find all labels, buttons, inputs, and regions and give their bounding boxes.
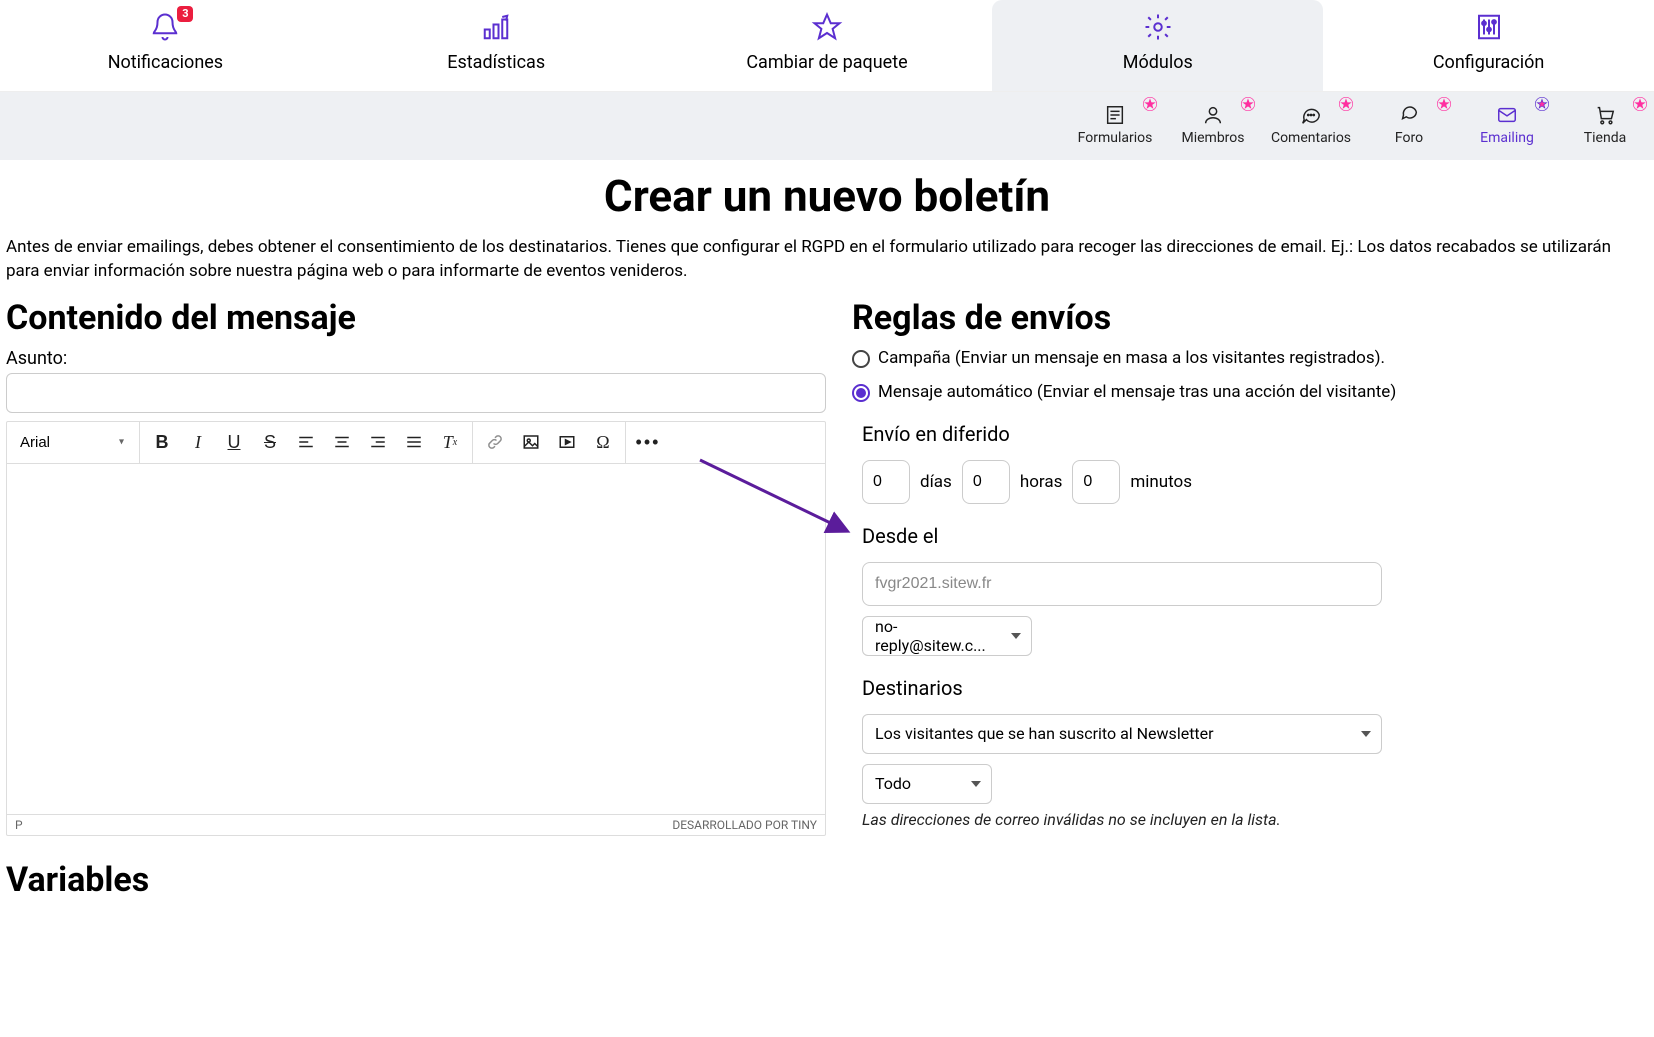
toolbar-divider (625, 422, 626, 463)
delay-hours-input[interactable] (962, 460, 1010, 504)
editor-toolbar: Arial ▾ B I U S Tx (7, 422, 825, 464)
chevron-down-icon: ▾ (119, 437, 124, 448)
premium-star-icon (1338, 96, 1354, 112)
cart-icon (1594, 104, 1616, 126)
subtab-forms[interactable]: Formularios (1066, 98, 1164, 150)
subtab-label: Formularios (1078, 130, 1153, 146)
select-value: Los visitantes que se han suscrito al Ne… (875, 724, 1214, 743)
chevron-down-icon (971, 781, 981, 787)
chevron-down-icon (1011, 633, 1021, 639)
tab-label: Notificaciones (0, 52, 331, 73)
link-button[interactable] (477, 424, 513, 460)
more-button[interactable]: ••• (630, 424, 666, 460)
tab-label: Configuración (1323, 52, 1654, 73)
module-sub-navigation: Formularios Miembros Comentarios Foro Em… (0, 92, 1654, 160)
recipients-heading: Destinarios (862, 676, 1648, 700)
from-heading: Desde el (862, 524, 1648, 548)
user-icon (1202, 104, 1224, 126)
gear-icon (1140, 12, 1176, 42)
premium-star-icon (1240, 96, 1256, 112)
premium-star-icon (1436, 96, 1452, 112)
from-email-select[interactable]: no-reply@sitew.c... (862, 616, 1032, 656)
hours-label: horas (1020, 472, 1063, 492)
radio-label: Campaña (Enviar un mensaje en masa a los… (878, 348, 1385, 368)
font-name: Arial (20, 434, 50, 451)
subject-label: Asunto: (6, 348, 826, 369)
variables-heading: Variables (6, 860, 826, 900)
special-char-button[interactable]: Ω (585, 424, 621, 460)
tab-modules[interactable]: Módulos (992, 0, 1323, 91)
minutes-label: minutos (1130, 472, 1192, 492)
bold-button[interactable]: B (144, 424, 180, 460)
subtab-label: Foro (1395, 130, 1423, 146)
delay-days-input[interactable] (862, 460, 910, 504)
strikethrough-button[interactable]: S (252, 424, 288, 460)
subtab-emailing[interactable]: Emailing (1458, 98, 1556, 150)
premium-star-icon (1142, 96, 1158, 112)
recipients-filter-select[interactable]: Todo (862, 764, 992, 804)
align-left-button[interactable] (288, 424, 324, 460)
editor-powered-by[interactable]: DESARROLLADO POR TINY (672, 818, 817, 832)
rich-text-editor: Arial ▾ B I U S Tx (6, 421, 826, 836)
radio-icon (852, 384, 870, 402)
premium-star-icon (1632, 96, 1648, 112)
rules-section-heading: Reglas de envíos (852, 298, 1648, 338)
premium-star-icon (1534, 96, 1550, 112)
days-label: días (920, 472, 952, 492)
toolbar-divider (139, 422, 140, 463)
chat-icon (1398, 104, 1420, 126)
star-icon (809, 12, 845, 42)
subtab-comments[interactable]: Comentarios (1262, 98, 1360, 150)
radio-automatic-message[interactable]: Mensaje automático (Enviar el mensaje tr… (852, 382, 1648, 402)
delay-minutes-input[interactable] (1072, 460, 1120, 504)
subtab-label: Emailing (1480, 130, 1534, 146)
select-value: no-reply@sitew.c... (875, 617, 999, 655)
main-navigation: 3 Notificaciones Estadísticas Cambiar de… (0, 0, 1654, 92)
image-button[interactable] (513, 424, 549, 460)
content-section-heading: Contenido del mensaje (6, 298, 826, 338)
sliders-icon (1471, 12, 1507, 42)
tab-label: Módulos (992, 52, 1323, 73)
tab-settings[interactable]: Configuración (1323, 0, 1654, 91)
subtab-members[interactable]: Miembros (1164, 98, 1262, 150)
subtab-label: Tienda (1584, 130, 1626, 146)
tab-label: Cambiar de paquete (662, 52, 993, 73)
bar-chart-icon (478, 12, 514, 42)
font-family-select[interactable]: Arial ▾ (11, 426, 131, 458)
select-value: Todo (875, 774, 911, 793)
radio-campaign[interactable]: Campaña (Enviar un mensaje en masa a los… (852, 348, 1648, 368)
editor-path: P (15, 818, 23, 832)
subtab-forum[interactable]: Foro (1360, 98, 1458, 150)
comment-icon (1300, 104, 1322, 126)
from-domain-input[interactable] (862, 562, 1382, 606)
subtab-shop[interactable]: Tienda (1556, 98, 1654, 150)
align-justify-button[interactable] (396, 424, 432, 460)
editor-content-area[interactable] (7, 464, 825, 814)
video-button[interactable] (549, 424, 585, 460)
underline-button[interactable]: U (216, 424, 252, 460)
align-right-button[interactable] (360, 424, 396, 460)
tab-change-plan[interactable]: Cambiar de paquete (662, 0, 993, 91)
tab-notifications[interactable]: 3 Notificaciones (0, 0, 331, 91)
intro-text: Antes de enviar emailings, debes obtener… (6, 236, 1648, 284)
radio-label: Mensaje automático (Enviar el mensaje tr… (878, 382, 1396, 402)
radio-icon (852, 350, 870, 368)
delayed-send-heading: Envío en diferido (862, 422, 1648, 446)
recipients-select[interactable]: Los visitantes que se han suscrito al Ne… (862, 714, 1382, 754)
italic-button[interactable]: I (180, 424, 216, 460)
recipients-hint: Las direcciones de correo inválidas no s… (862, 810, 1648, 829)
form-icon (1104, 104, 1126, 126)
align-center-button[interactable] (324, 424, 360, 460)
mail-icon (1496, 104, 1518, 126)
subject-input[interactable] (6, 373, 826, 413)
chevron-down-icon (1361, 731, 1371, 737)
notification-badge: 3 (177, 6, 193, 22)
subtab-label: Comentarios (1271, 130, 1351, 146)
tab-statistics[interactable]: Estadísticas (331, 0, 662, 91)
toolbar-divider (472, 422, 473, 463)
page-title: Crear un nuevo boletín (6, 170, 1648, 222)
tab-label: Estadísticas (331, 52, 662, 73)
clear-format-button[interactable]: Tx (432, 424, 468, 460)
subtab-label: Miembros (1181, 130, 1244, 146)
